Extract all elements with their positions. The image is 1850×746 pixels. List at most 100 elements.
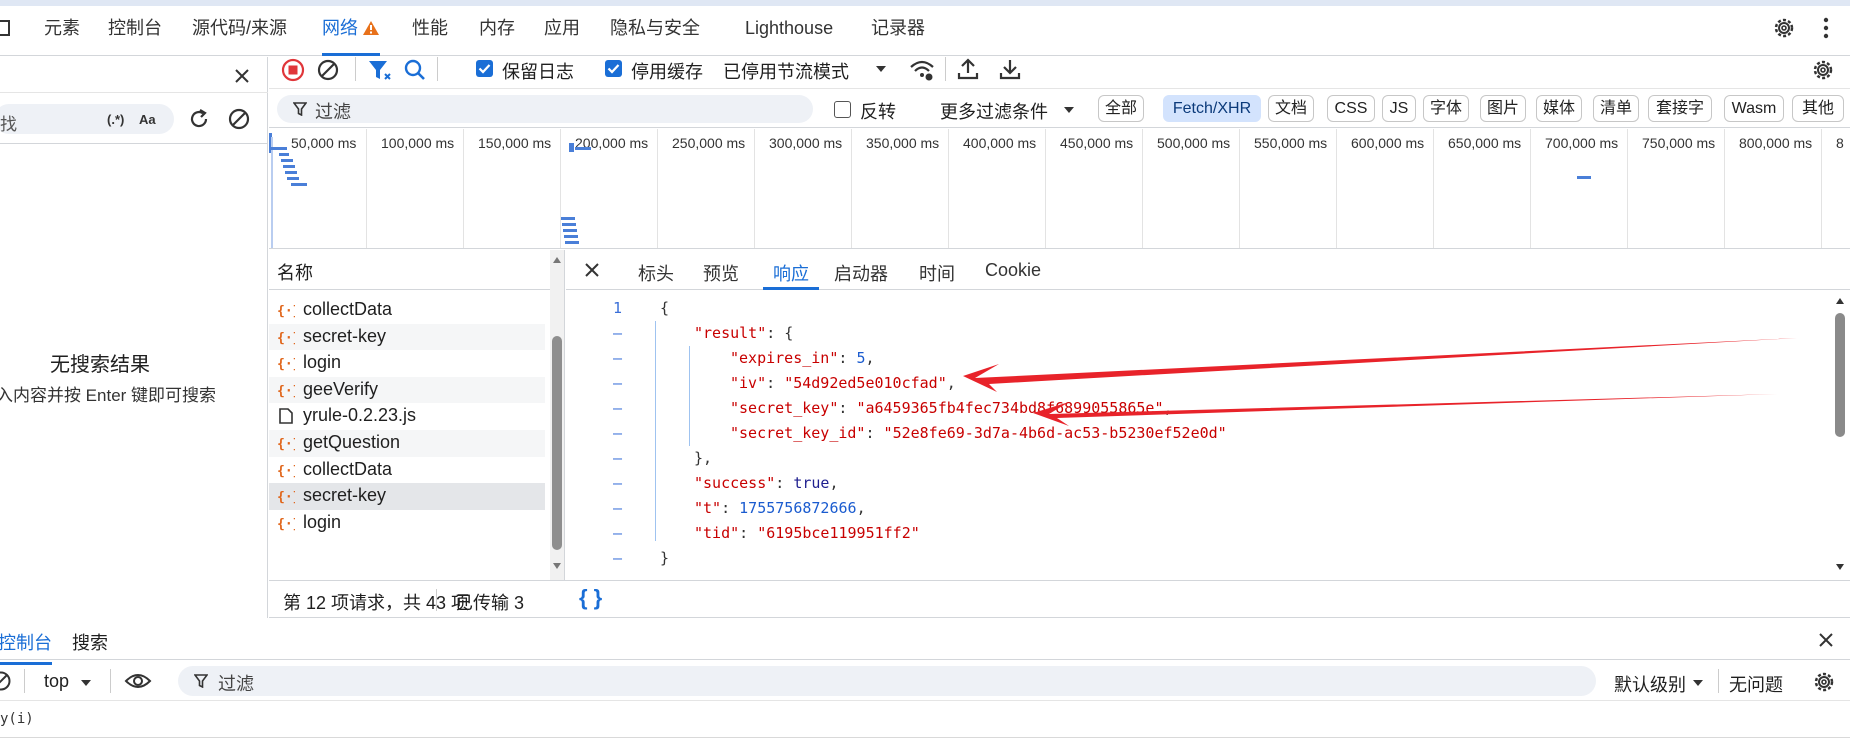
close-icon[interactable] xyxy=(234,68,250,84)
tab-timing[interactable]: 时间 xyxy=(919,260,955,290)
type-wasm[interactable]: Wasm xyxy=(1724,95,1784,122)
response-viewer[interactable]: 1 – – – – – – – – – – { "result": { "exp… xyxy=(566,291,1850,579)
tab-elements[interactable]: 元素 xyxy=(44,16,80,56)
line-number: – xyxy=(612,324,622,342)
issues-count[interactable]: 无问题 xyxy=(1729,671,1783,697)
search-icon[interactable] xyxy=(403,58,427,82)
scrollbar-thumb[interactable] xyxy=(1835,313,1845,437)
tab-preview[interactable]: 预览 xyxy=(703,260,739,290)
red-arrow-secret-key xyxy=(1033,394,1777,426)
throttling-value: 已停用节流模式 xyxy=(723,62,849,82)
clear-console-icon[interactable] xyxy=(0,670,12,692)
response-scrollbar[interactable] xyxy=(1832,291,1848,579)
type-media[interactable]: 媒体 xyxy=(1536,95,1582,122)
tab-headers[interactable]: 标头 xyxy=(638,260,674,290)
type-css[interactable]: CSS xyxy=(1327,95,1375,122)
context-value: top xyxy=(44,671,70,691)
console-filter-input[interactable]: 过滤 xyxy=(178,666,1596,696)
divider xyxy=(436,589,437,611)
timeline-tick-label: 8 xyxy=(1836,135,1844,151)
console-settings-icon[interactable] xyxy=(1812,670,1836,694)
close-drawer-icon[interactable] xyxy=(1818,632,1834,648)
log-level-select[interactable]: 默认级别 xyxy=(1612,666,1712,696)
filter-icon[interactable] xyxy=(367,58,393,82)
red-arrow-iv xyxy=(963,338,1797,392)
type-js[interactable]: JS xyxy=(1382,95,1416,122)
type-doc[interactable]: 文档 xyxy=(1268,95,1314,122)
network-toolbar: 保留日志 停用缓存 已停用节流模式 xyxy=(269,49,1850,89)
context-select[interactable]: top xyxy=(42,666,100,696)
search-input[interactable]: 找 (.*) Aa xyxy=(0,104,174,134)
tab-cookies[interactable]: Cookie xyxy=(985,260,1041,290)
eye-icon[interactable] xyxy=(124,670,152,692)
request-row[interactable]: {·} getQuestion xyxy=(269,430,545,457)
tab-console[interactable]: 控制台 xyxy=(108,16,162,56)
refresh-icon[interactable] xyxy=(187,107,211,131)
request-list-scrollbar[interactable] xyxy=(550,250,564,580)
invert-checkbox[interactable] xyxy=(834,101,851,118)
svg-text:{·}: {·} xyxy=(277,517,295,531)
regex-toggle[interactable]: (.*) xyxy=(107,112,124,127)
request-name: login xyxy=(303,352,342,373)
scrollbar-thumb[interactable] xyxy=(552,336,562,550)
type-font[interactable]: 字体 xyxy=(1423,95,1469,122)
export-har-icon[interactable] xyxy=(999,57,1021,81)
disable-cache-checkbox[interactable] xyxy=(605,60,622,77)
tab-initiator[interactable]: 启动器 xyxy=(834,260,888,290)
scroll-up-icon[interactable] xyxy=(1835,297,1845,305)
fetch-xhr-icon: {·} xyxy=(277,490,295,504)
type-socket[interactable]: 套接字 xyxy=(1648,95,1712,122)
type-img[interactable]: 图片 xyxy=(1480,95,1526,122)
fetch-xhr-icon: {·} xyxy=(277,331,295,345)
divider xyxy=(110,669,111,693)
console-toolbar: top 过滤 默认级别 无问题 xyxy=(0,661,1850,701)
more-menu-icon[interactable] xyxy=(1822,16,1830,40)
no-results-hint: 入内容并按 Enter 键即可搜索 xyxy=(0,386,217,405)
import-har-icon[interactable] xyxy=(957,57,979,81)
line-number: – xyxy=(612,349,622,367)
drawer-tab-search[interactable]: 搜索 xyxy=(72,629,108,655)
type-fetch-xhr[interactable]: Fetch/XHR xyxy=(1163,95,1261,122)
preserve-log-checkbox[interactable] xyxy=(476,60,493,77)
settings-gear-icon[interactable] xyxy=(1772,16,1796,40)
close-detail-icon[interactable] xyxy=(584,262,600,278)
pretty-print-icon[interactable]: { } xyxy=(579,585,602,611)
name-column-header[interactable]: 名称 xyxy=(269,250,565,290)
case-toggle[interactable]: Aa xyxy=(139,112,156,127)
clear-log-icon[interactable] xyxy=(316,58,340,82)
network-conditions-icon[interactable] xyxy=(909,58,935,82)
waterfall-bar xyxy=(561,217,575,220)
request-row[interactable]: {·} collectData xyxy=(269,457,545,484)
chevron-down-icon xyxy=(876,66,886,72)
waterfall-bar xyxy=(283,165,295,168)
throttling-select[interactable]: 已停用节流模式 xyxy=(723,53,893,85)
scroll-up-icon[interactable] xyxy=(552,256,562,264)
filter-input[interactable]: 过滤 xyxy=(277,95,813,123)
timeline-tick-label: 500,000 ms xyxy=(1157,135,1231,151)
type-manifest[interactable]: 清单 xyxy=(1593,95,1639,122)
type-other[interactable]: 其他 xyxy=(1792,95,1844,122)
clear-icon[interactable] xyxy=(227,107,251,131)
waterfall-bar xyxy=(287,177,299,180)
network-settings-icon[interactable] xyxy=(1811,58,1835,82)
scroll-down-icon[interactable] xyxy=(1835,563,1845,571)
request-row[interactable]: {·} login xyxy=(269,350,545,377)
type-all[interactable]: 全部 xyxy=(1098,95,1144,122)
request-row[interactable]: {·} secret-key xyxy=(269,323,545,351)
dock-icon[interactable] xyxy=(0,20,10,36)
tab-network-label: 网络 xyxy=(322,18,358,38)
more-filters-dropdown[interactable]: 更多过滤条件 xyxy=(940,93,1080,125)
request-row[interactable]: {·} login xyxy=(269,510,545,537)
request-row[interactable]: {·} geeVerify xyxy=(269,376,545,404)
overview-timeline[interactable]: 50,000 ms 100,000 ms 150,000 ms 200,000 … xyxy=(269,129,1850,249)
more-filters-label: 更多过滤条件 xyxy=(940,102,1048,122)
request-row[interactable]: yrule-0.2.23.js xyxy=(269,403,545,430)
request-row[interactable]: {·} collectData xyxy=(269,297,545,324)
drawer-tab-console[interactable]: 控制台 xyxy=(0,629,52,665)
tab-response[interactable]: 响应 xyxy=(763,260,819,290)
waterfall-bar xyxy=(564,235,578,238)
request-row[interactable]: {·} secret-key xyxy=(269,483,545,510)
record-stop-icon[interactable] xyxy=(281,58,305,82)
scroll-down-icon[interactable] xyxy=(552,562,562,570)
svg-text:{·}: {·} xyxy=(277,384,295,398)
